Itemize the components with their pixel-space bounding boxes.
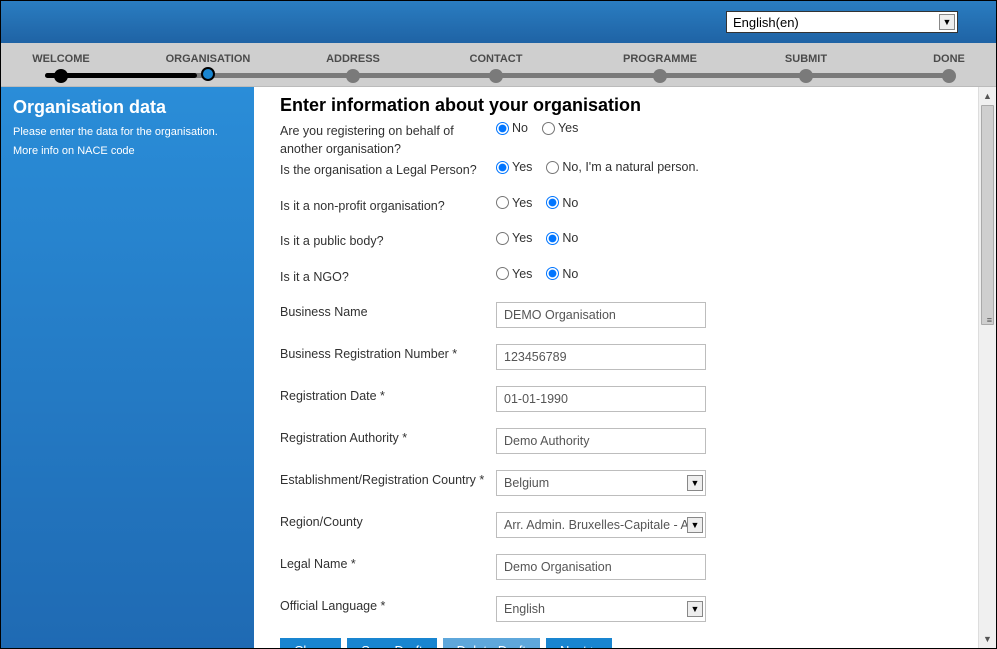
- step-dot-done: [942, 69, 956, 83]
- step-label-submit: SUBMIT: [785, 53, 827, 65]
- delete-draft-button[interactable]: Delete Draft: [443, 638, 540, 648]
- field-legal-person: Is the organisation a Legal Person? Yes …: [280, 160, 954, 180]
- field-reg-number: Business Registration Number *: [280, 344, 954, 370]
- scroll-down-icon[interactable]: ▼: [979, 630, 996, 648]
- country-select-value: Belgium: [504, 476, 549, 490]
- language-selector[interactable]: English(en) ▼: [726, 11, 958, 33]
- main-panel: Enter information about your organisatio…: [254, 87, 996, 648]
- scroll-up-icon[interactable]: ▲: [979, 87, 996, 105]
- ngo-yes-radio[interactable]: [496, 267, 509, 280]
- field-reg-date: Registration Date *: [280, 386, 954, 412]
- sidebar-title: Organisation data: [13, 97, 242, 118]
- on-behalf-yes[interactable]: Yes: [542, 121, 578, 135]
- reg-number-input[interactable]: [496, 344, 706, 370]
- step-label-contact: CONTACT: [470, 53, 523, 65]
- chevron-down-icon: ▼: [939, 14, 955, 30]
- official-language-label: Official Language *: [280, 596, 496, 616]
- action-bar: Close Save Draft Delete Draft Next >: [280, 638, 954, 648]
- step-label-organisation: ORGANISATION: [166, 53, 251, 65]
- official-language-select[interactable]: English ▼: [496, 596, 706, 622]
- scroll-tick: ≡: [987, 315, 992, 325]
- business-name-input[interactable]: [496, 302, 706, 328]
- ngo-yes[interactable]: Yes: [496, 267, 532, 281]
- topbar: English(en) ▼: [1, 1, 996, 43]
- scroll-track[interactable]: ≡: [979, 105, 996, 630]
- non-profit-label: Is it a non-profit organisation?: [280, 196, 496, 216]
- step-label-done: DONE: [933, 53, 965, 65]
- region-select[interactable]: Arr. Admin. Bruxelles-Capitale - A ▼: [496, 512, 706, 538]
- field-country: Establishment/Registration Country * Bel…: [280, 470, 954, 496]
- legal-person-no[interactable]: No, I'm a natural person.: [546, 160, 698, 174]
- sidebar-text: Please enter the data for the organisati…: [13, 124, 242, 141]
- language-selector-value: English(en): [733, 15, 799, 30]
- public-body-no[interactable]: No: [546, 231, 578, 245]
- nace-code-link[interactable]: More info on NACE code: [13, 145, 135, 157]
- next-button[interactable]: Next >: [546, 638, 612, 648]
- content-area: Organisation data Please enter the data …: [1, 87, 996, 648]
- legal-name-label: Legal Name *: [280, 554, 496, 574]
- field-non-profit: Is it a non-profit organisation? Yes No: [280, 196, 954, 216]
- step-label-address: ADDRESS: [326, 53, 380, 65]
- non-profit-no-radio[interactable]: [546, 196, 559, 209]
- chevron-down-icon: ▼: [687, 517, 703, 533]
- official-language-select-value: English: [504, 602, 545, 616]
- country-label: Establishment/Registration Country *: [280, 470, 496, 490]
- step-dot-contact: [489, 69, 503, 83]
- step-dot-programme: [653, 69, 667, 83]
- wizard-stepper: WELCOME ORGANISATION ADDRESS CONTACT PRO…: [1, 43, 996, 87]
- step-dot-welcome: [54, 69, 68, 83]
- reg-date-input[interactable]: [496, 386, 706, 412]
- on-behalf-yes-radio[interactable]: [542, 122, 555, 135]
- region-label: Region/County: [280, 512, 496, 532]
- legal-name-input[interactable]: [496, 554, 706, 580]
- field-ngo: Is it a NGO? Yes No: [280, 267, 954, 287]
- legal-person-no-radio[interactable]: [546, 161, 559, 174]
- on-behalf-no[interactable]: No: [496, 121, 528, 135]
- field-legal-name: Legal Name *: [280, 554, 954, 580]
- field-reg-authority: Registration Authority *: [280, 428, 954, 454]
- business-name-label: Business Name: [280, 302, 496, 322]
- region-select-value: Arr. Admin. Bruxelles-Capitale - A: [504, 518, 687, 532]
- field-public-body: Is it a public body? Yes No: [280, 231, 954, 251]
- public-body-yes[interactable]: Yes: [496, 231, 532, 245]
- non-profit-yes-radio[interactable]: [496, 196, 509, 209]
- public-body-label: Is it a public body?: [280, 231, 496, 251]
- legal-person-label: Is the organisation a Legal Person?: [280, 160, 496, 180]
- step-dot-address: [346, 69, 360, 83]
- on-behalf-label: Are you registering on behalf of another…: [280, 121, 496, 158]
- reg-authority-input[interactable]: [496, 428, 706, 454]
- ngo-no-radio[interactable]: [546, 267, 559, 280]
- step-dot-organisation: [201, 67, 215, 81]
- reg-date-label: Registration Date *: [280, 386, 496, 406]
- field-official-language: Official Language * English ▼: [280, 596, 954, 622]
- non-profit-yes[interactable]: Yes: [496, 196, 532, 210]
- legal-person-yes[interactable]: Yes: [496, 160, 532, 174]
- page-title: Enter information about your organisatio…: [280, 95, 954, 116]
- field-region: Region/County Arr. Admin. Bruxelles-Capi…: [280, 512, 954, 538]
- reg-authority-label: Registration Authority *: [280, 428, 496, 448]
- save-draft-button[interactable]: Save Draft: [347, 638, 436, 648]
- legal-person-yes-radio[interactable]: [496, 161, 509, 174]
- ngo-no[interactable]: No: [546, 267, 578, 281]
- step-label-programme: PROGRAMME: [623, 53, 697, 65]
- vertical-scrollbar[interactable]: ▲ ≡ ▼: [978, 87, 996, 648]
- field-on-behalf: Are you registering on behalf of another…: [280, 121, 954, 158]
- step-label-welcome: WELCOME: [32, 53, 89, 65]
- reg-number-label: Business Registration Number *: [280, 344, 496, 364]
- chevron-down-icon: ▼: [687, 601, 703, 617]
- chevron-down-icon: ▼: [687, 475, 703, 491]
- step-dot-submit: [799, 69, 813, 83]
- scroll-thumb[interactable]: [981, 105, 994, 325]
- sidebar: Organisation data Please enter the data …: [1, 87, 254, 648]
- field-business-name: Business Name: [280, 302, 954, 328]
- close-button[interactable]: Close: [280, 638, 341, 648]
- app-frame: English(en) ▼ WELCOME ORGANISATION ADDRE…: [0, 0, 997, 649]
- non-profit-no[interactable]: No: [546, 196, 578, 210]
- on-behalf-no-radio[interactable]: [496, 122, 509, 135]
- public-body-yes-radio[interactable]: [496, 232, 509, 245]
- country-select[interactable]: Belgium ▼: [496, 470, 706, 496]
- ngo-label: Is it a NGO?: [280, 267, 496, 287]
- public-body-no-radio[interactable]: [546, 232, 559, 245]
